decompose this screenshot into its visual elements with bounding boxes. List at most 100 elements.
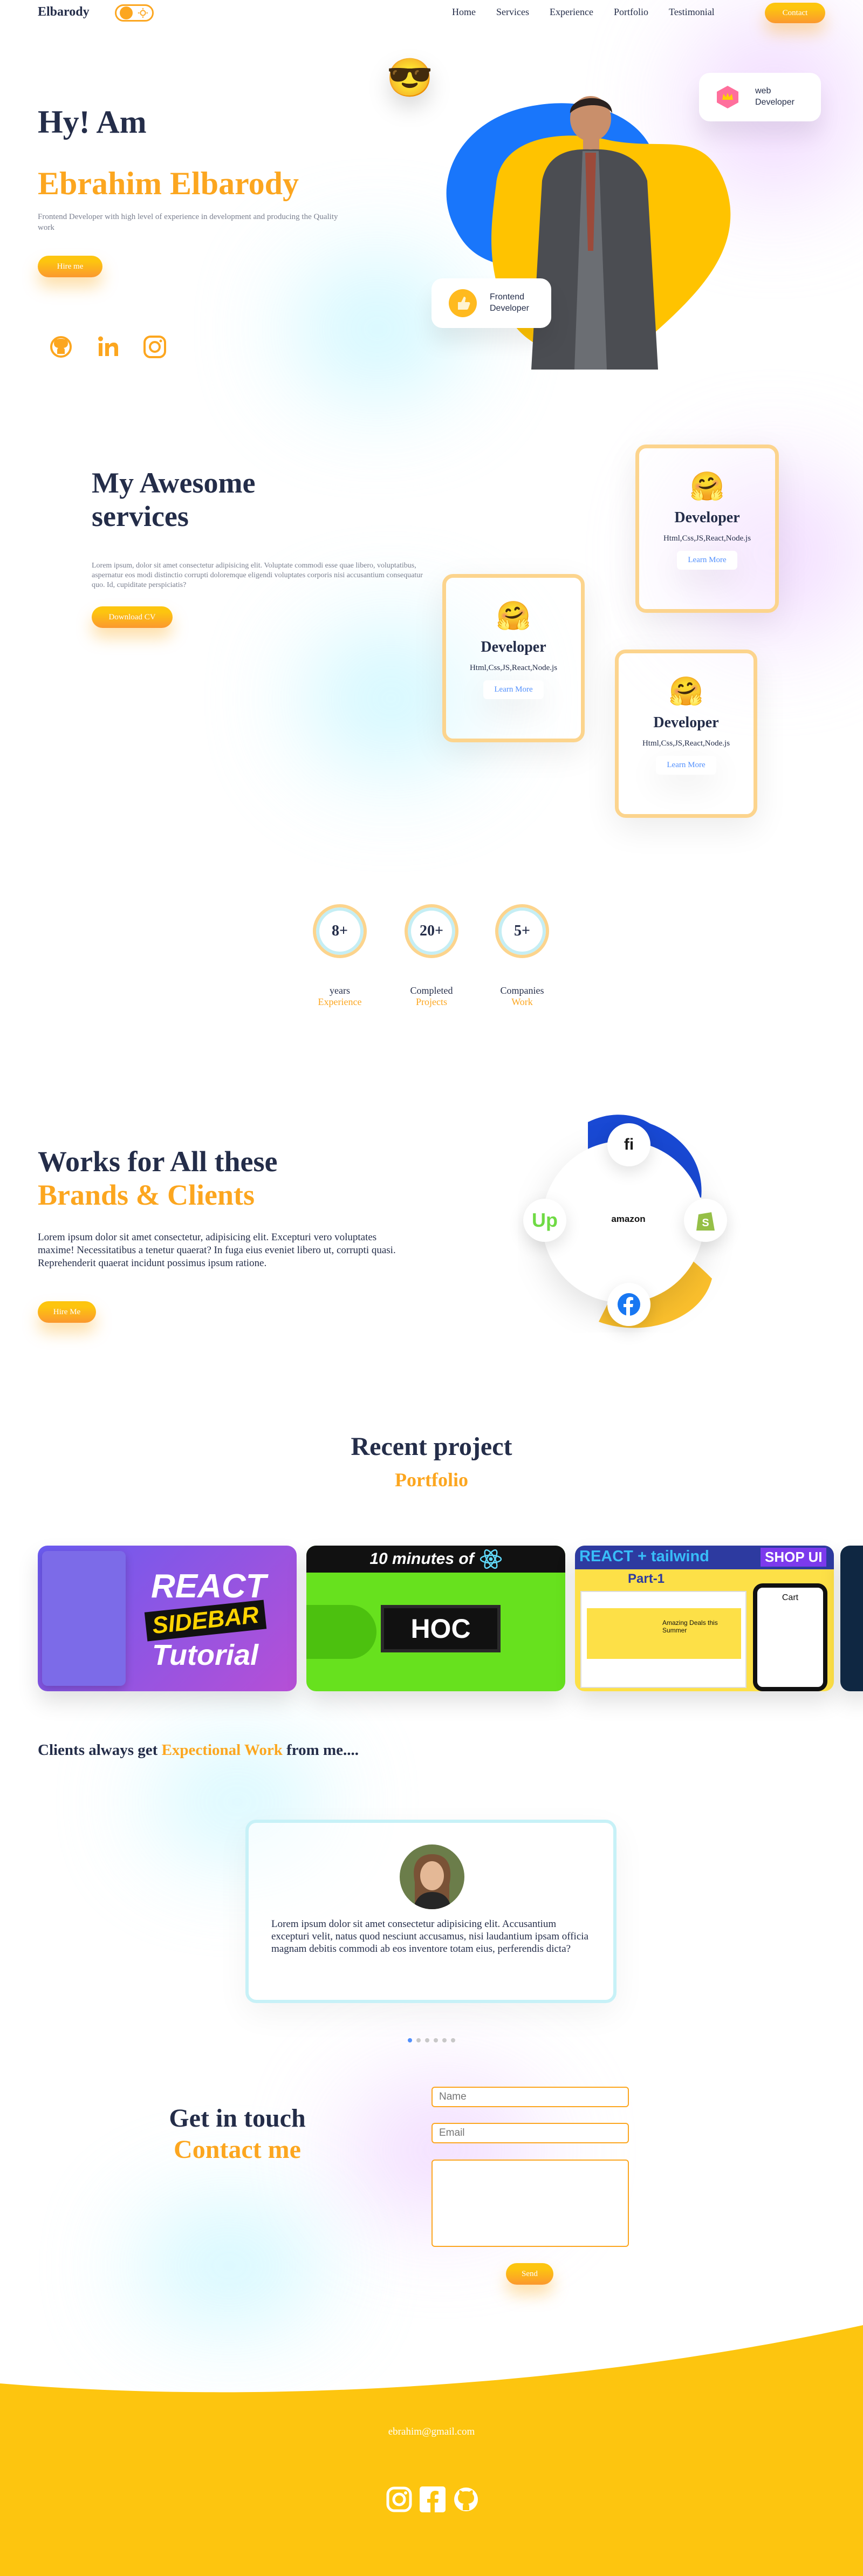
project-thumb-react-sidebar[interactable]: REACT SIDEBAR Tutorial (38, 1546, 297, 1691)
nav-link-home[interactable]: Home (452, 6, 476, 18)
badge-web-developer: web Developer (699, 73, 821, 121)
badge-web-line1: web (755, 86, 771, 96)
sun-icon (138, 8, 148, 18)
thumb-shop-deal: Amazing Deals this Summer (662, 1619, 718, 1634)
footer-wave (0, 2325, 863, 2576)
stat-circle-companies: 5+ (495, 904, 549, 958)
stat-circle-years: 8+ (313, 904, 367, 958)
linkedin-icon[interactable] (95, 333, 122, 360)
contact-button[interactable]: Contact (765, 3, 825, 23)
hire-me-button[interactable]: Hire me (38, 256, 102, 277)
carousel-dot[interactable] (442, 2038, 447, 2042)
hero-greeting: Hy! Am (38, 104, 147, 140)
works-title-line2: Brands & Clients (38, 1179, 255, 1212)
stat-label-years: years Experience (307, 985, 372, 1008)
testimonial-card: Lorem ipsum dolor sit amet consectetur a… (245, 1820, 617, 2003)
carousel-dot[interactable] (434, 2038, 438, 2042)
card-subtitle: Html,Css,JS,React,Node.js (663, 534, 751, 543)
services-title: My Awesome services (92, 466, 255, 533)
stat-label: Completed (410, 985, 453, 996)
github-icon[interactable] (452, 2485, 480, 2513)
hero-name: Ebrahim Elbarody (38, 166, 299, 201)
brand-fiverr-icon: fi (607, 1123, 650, 1166)
page: Elbarody Home Services Experience Portfo… (0, 0, 863, 2576)
send-button[interactable]: Send (506, 2263, 553, 2285)
project-thumb-hoc[interactable]: 10 minutes of HOC (306, 1546, 565, 1691)
card-subtitle: Html,Css,JS,React,Node.js (469, 664, 558, 672)
badge-frontend-developer: Frontend Developer (432, 278, 551, 328)
thumb-hoc-stripe (306, 1605, 376, 1659)
service-card: 🤗 Developer Html,Css,JS,React,Node.js Le… (615, 650, 757, 818)
card-emoji-icon: 🤗 (689, 472, 725, 502)
contact-title-line1: Get in touch (169, 2104, 306, 2133)
contact-title: Get in touch Contact me (124, 2103, 351, 2165)
crown-icon (717, 86, 738, 108)
thumb-shop-phone: Cart (753, 1583, 827, 1691)
badge-web-line2: Developer (755, 98, 794, 107)
testimonial-quote: Lorem ipsum dolor sit amet consectetur a… (271, 1918, 588, 1955)
bg-blur (135, 2206, 324, 2325)
github-icon[interactable] (47, 333, 74, 360)
instagram-icon[interactable] (385, 2485, 413, 2513)
card-emoji-icon: 🤗 (668, 677, 704, 707)
facebook-icon[interactable] (419, 2485, 447, 2513)
nav-link-testimonial[interactable]: Testimonial (669, 6, 715, 18)
works-title-line1: Works for All these (38, 1145, 278, 1178)
carousel-dot[interactable] (416, 2038, 421, 2042)
carousel-dot[interactable] (451, 2038, 455, 2042)
badge-frontend-line2: Developer (490, 304, 529, 313)
thumb-shop-cart-title: Cart (782, 1593, 799, 1602)
stat-label: Companies (500, 985, 544, 996)
thumb-shop-site: Amazing Deals this Summer (580, 1591, 746, 1688)
thumb-hoc-header-text: 10 minutes of (369, 1550, 474, 1568)
badge-frontend-line1: Frontend (490, 292, 525, 302)
testimonial-heading-lead: Clients always get (38, 1741, 162, 1759)
nav-link-portfolio[interactable]: Portfolio (614, 6, 648, 18)
works-hire-button[interactable]: Hire Me (38, 1301, 96, 1323)
logo[interactable]: Elbarody (38, 5, 90, 19)
card-title: Developer (481, 639, 546, 655)
services-title-line1: My Awesome (92, 467, 256, 499)
hero-portrait (531, 96, 658, 370)
theme-toggle[interactable] (115, 4, 154, 22)
stat-label-companies: Companies Work (490, 985, 554, 1008)
stat-label: years (330, 985, 350, 996)
instagram-icon[interactable] (141, 333, 168, 360)
client-avatar (400, 1844, 464, 1909)
message-field[interactable] (432, 2160, 629, 2247)
thumb-text-react: REACT (151, 1568, 266, 1605)
services-title-line2: services (92, 500, 189, 533)
nav-link-services[interactable]: Services (496, 6, 529, 18)
hero-description: Frontend Developer with high level of ex… (38, 213, 338, 233)
project-thumb-partial[interactable] (840, 1546, 863, 1691)
footer-email[interactable]: ebrahim@gmail.com (0, 2426, 863, 2438)
thumb-shop-part: Part-1 (628, 1571, 665, 1586)
portfolio-subtitle: Portfolio (395, 1469, 468, 1491)
name-field[interactable] (432, 2087, 629, 2107)
brand-facebook-icon (607, 1283, 650, 1326)
thumb-sidebar-mock (42, 1551, 126, 1686)
toggle-knob (120, 6, 133, 19)
card-title: Developer (653, 714, 719, 731)
brand-upwork-icon: Up (523, 1199, 566, 1242)
learn-more-button[interactable]: Learn More (483, 680, 544, 699)
brand-shopify-icon: S (684, 1199, 727, 1242)
navbar: Elbarody Home Services Experience Portfo… (0, 0, 863, 28)
learn-more-button[interactable]: Learn More (656, 756, 716, 775)
carousel-dot[interactable] (425, 2038, 429, 2042)
download-cv-button[interactable]: Download CV (92, 606, 173, 628)
email-field[interactable] (432, 2123, 629, 2143)
stat-circle-projects: 20+ (405, 904, 458, 958)
learn-more-button[interactable]: Learn More (677, 551, 737, 570)
svg-text:S: S (702, 1217, 709, 1229)
service-card: 🤗 Developer Html,Css,JS,React,Node.js Le… (635, 445, 779, 613)
service-card: 🤗 Developer Html,Css,JS,React,Node.js Le… (442, 574, 585, 742)
brand-amazon-icon: amazon (611, 1214, 646, 1224)
thumb-shop-tag: SHOP UI (761, 1548, 827, 1567)
project-thumb-shop-ui[interactable]: REACT + tailwind SHOP UI Part-1 Amazing … (575, 1546, 834, 1691)
hero-emoji: 😎 (386, 58, 434, 99)
carousel-dot-active[interactable] (408, 2038, 412, 2042)
thumb-text-tutorial: Tutorial (152, 1639, 259, 1671)
nav-link-experience[interactable]: Experience (550, 6, 593, 18)
thumbs-up-icon (449, 289, 477, 317)
